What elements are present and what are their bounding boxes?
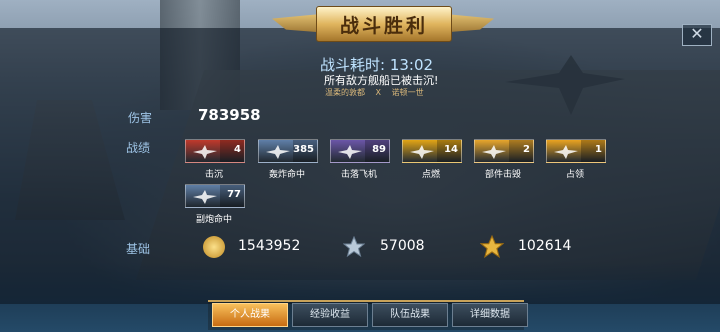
achievement-badge: 14 (402, 139, 462, 163)
sunk-message: 所有敌方舰船已被击沉! (324, 74, 439, 87)
achievement-badge: 77 (185, 184, 245, 208)
bomber-icon (265, 144, 291, 159)
victory-emblem: 战斗胜利 (272, 4, 494, 44)
coin-value: 1543952 (238, 238, 301, 254)
participant-name: 温柔的敦都 (325, 88, 365, 97)
coin-icon (203, 236, 225, 258)
tab-bar: 个人战果 经验收益 队伍战果 详细数据 (212, 303, 532, 329)
explosion-icon (481, 144, 507, 159)
achievement-badge: 4 (185, 139, 245, 163)
badge-caption: 击落飞机 (340, 170, 377, 180)
damage-label: 伤害 (128, 111, 153, 125)
badge-count: 2 (523, 144, 530, 155)
silver-value: 57008 (380, 238, 425, 254)
badge-count: 385 (293, 144, 314, 155)
chevron-icon (553, 144, 579, 159)
participant-sep: X (375, 88, 382, 97)
achievement-badge: 1 (546, 139, 606, 163)
tab-experience[interactable]: 经验收益 (292, 303, 368, 327)
tab-personal[interactable]: 个人战果 (212, 303, 288, 327)
damage-value: 783958 (198, 106, 261, 124)
badge-count: 1 (595, 144, 602, 155)
page-title: 战斗胜利 (339, 14, 428, 37)
participants-line: 温柔的敦都 X 诺顿一世 (325, 87, 432, 98)
badge-count: 4 (234, 144, 241, 155)
gold-value: 102614 (518, 238, 572, 254)
fighter-icon (337, 144, 363, 159)
badge-count: 89 (372, 144, 386, 155)
star-gold-icon (479, 234, 505, 259)
badge-caption: 轰炸命中 (268, 170, 305, 180)
fire-icon (409, 144, 435, 159)
badge-caption: 部件击毁 (484, 170, 521, 180)
star-silver-icon (342, 235, 366, 258)
badge-count: 77 (227, 189, 241, 200)
badge-caption: 占领 (565, 170, 584, 180)
achievement-badge: 385 (258, 139, 318, 163)
tab-details[interactable]: 详细数据 (452, 303, 528, 327)
badge-caption: 击沉 (204, 170, 223, 180)
participant-name: 诺顿一世 (391, 88, 424, 97)
badge-caption: 副炮命中 (195, 215, 232, 225)
achievement-badge: 89 (330, 139, 390, 163)
achievement-badge: 2 (474, 139, 534, 163)
base-label: 基础 (126, 242, 151, 256)
title-plate: 战斗胜利 (316, 6, 452, 42)
close-button[interactable]: ✕ (682, 24, 712, 46)
badge-count: 14 (444, 144, 458, 155)
badge-caption: 点燃 (421, 170, 440, 180)
tab-team[interactable]: 队伍战果 (372, 303, 448, 327)
plane-icon (192, 144, 218, 159)
achievements-label: 战绩 (126, 141, 151, 155)
gun-icon (192, 189, 218, 204)
